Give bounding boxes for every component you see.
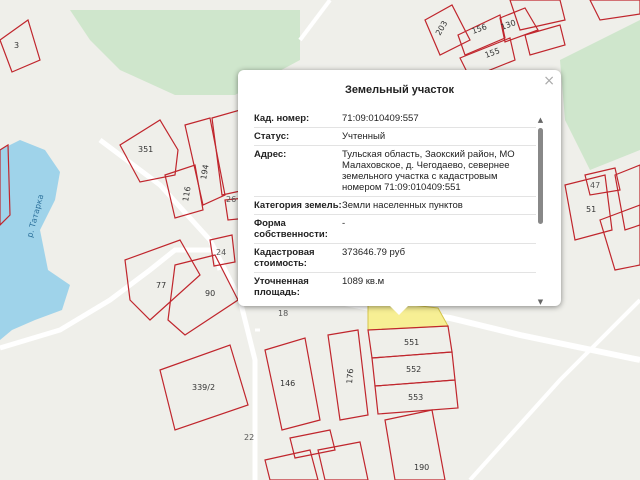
label-90: 90 [205, 289, 215, 298]
label-553: 553 [408, 393, 423, 402]
scroll-down-arrow-icon[interactable]: ▼ [537, 298, 544, 306]
popup-title: Земельный участок [345, 84, 454, 96]
label-146: 146 [280, 379, 295, 388]
label-51: 51 [586, 205, 596, 214]
row-value: Учтенный [342, 131, 386, 142]
label-551: 551 [404, 338, 419, 347]
land-plot-popup: Земельный участок × Кад. номер: 71:09:01… [238, 70, 561, 315]
label-47: 47 [590, 181, 600, 190]
row-land-category: Категория земель: Земли населенных пункт… [254, 197, 536, 215]
row-key: Категория земель: [254, 200, 342, 211]
row-status: Статус: Учтенный [254, 128, 536, 146]
label-339-2: 339/2 [192, 383, 215, 392]
label-18: 18 [278, 309, 288, 318]
scroll-up-arrow-icon[interactable]: ▲ [537, 116, 544, 124]
row-value: 373646.79 руб [342, 247, 406, 258]
close-icon[interactable]: × [543, 73, 555, 89]
row-cadastral-number: Кад. номер: 71:09:010409:557 [254, 110, 536, 128]
label-77: 77 [156, 281, 166, 290]
row-key: Статус: [254, 131, 290, 142]
row-value: 1089 кв.м [342, 276, 385, 287]
row-cadastral-value: Кадастровая стоимость: 373646.79 руб [254, 244, 536, 273]
row-key: Уточненная площадь: [254, 276, 309, 296]
label-552: 552 [406, 365, 421, 374]
row-ownership-form: Форма собственности: - [254, 215, 536, 244]
row-value: 71:09:010409:557 [342, 113, 419, 124]
row-key: Форма собственности: [254, 218, 328, 240]
row-specified-area: Уточненная площадь: 1089 кв.м [254, 273, 536, 296]
popup-scrollbar[interactable]: ▲ ▼ [537, 116, 544, 306]
label-351: 351 [138, 145, 153, 154]
label-26: 26 [226, 195, 236, 204]
scroll-thumb[interactable] [538, 128, 543, 224]
label-176: 176 [345, 368, 355, 384]
label-190: 190 [414, 463, 429, 472]
row-value: Тульская область, Заокский район, МО Мал… [342, 149, 515, 193]
row-key: Адрес: [254, 149, 287, 160]
label-22: 22 [244, 433, 254, 442]
row-key: Кад. номер: [254, 113, 310, 124]
label-3: 3 [14, 41, 19, 50]
row-value: - [342, 218, 346, 229]
row-value: Земли населенных пунктов [342, 200, 463, 211]
label-24: 24 [216, 248, 226, 257]
popup-content[interactable]: Кад. номер: 71:09:010409:557 Статус: Учт… [254, 110, 536, 296]
row-address: Адрес: Тульская область, Заокский район,… [254, 146, 536, 197]
row-key: Кадастровая стоимость: [254, 247, 315, 269]
